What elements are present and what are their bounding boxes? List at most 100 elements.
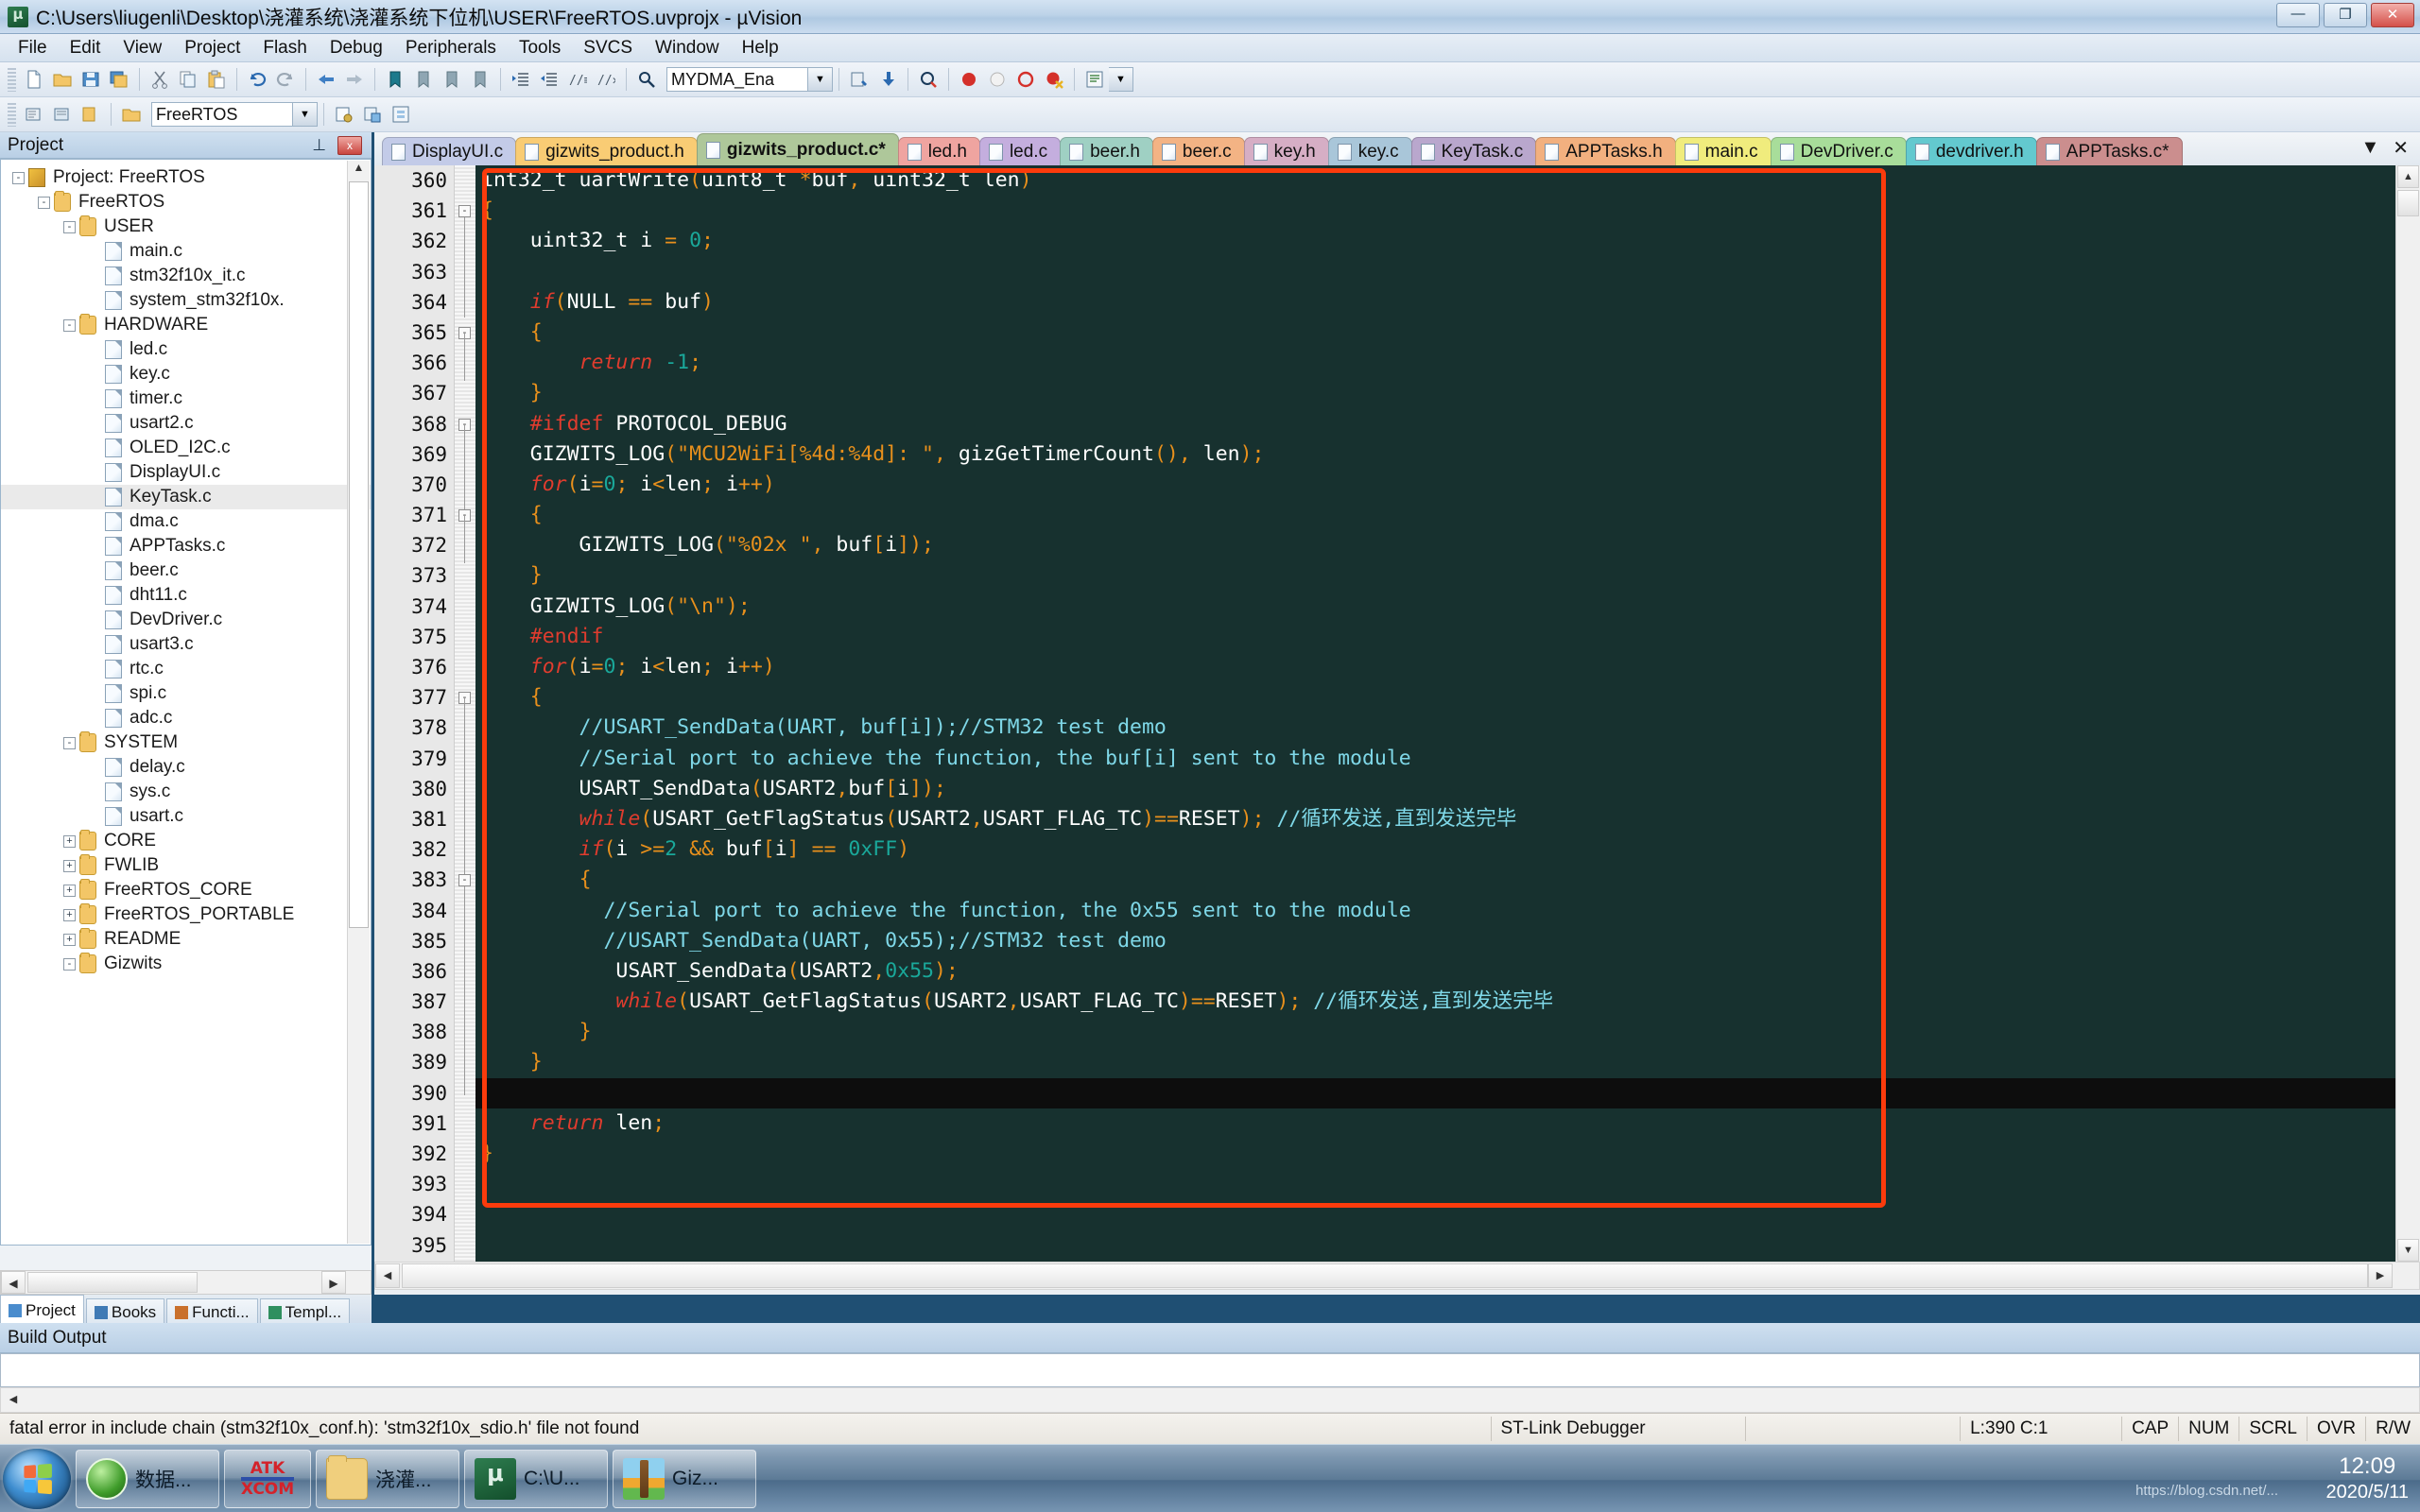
taskbar-item-xcom[interactable]: ATK XCOM [224, 1450, 311, 1508]
indent-icon[interactable] [508, 66, 534, 93]
scroll-down-icon[interactable]: ▼ [2397, 1239, 2419, 1262]
code-line[interactable]: { [475, 318, 2395, 348]
tree-item[interactable]: +README [1, 927, 371, 952]
editor-tab-led.h[interactable]: led.h [898, 137, 980, 165]
tree-item[interactable]: DisplayUI.c [1, 460, 371, 485]
taskbar-item-browser[interactable]: 数据... [76, 1450, 219, 1508]
code-line[interactable]: } [475, 560, 2395, 591]
menu-item-window[interactable]: Window [645, 35, 730, 61]
editor-tab-APPTasks.h[interactable]: APPTasks.h [1535, 137, 1675, 165]
find-combo-input[interactable]: MYDMA_Ena [666, 67, 808, 92]
pane-tab-books[interactable]: Books [86, 1298, 164, 1325]
code-line[interactable]: int32_t uartWrite(uint8_t *buf, uint32_t… [475, 165, 2395, 196]
save-all-icon[interactable] [106, 66, 132, 93]
tree-item[interactable]: -Project: FreeRTOS [1, 165, 371, 190]
tree-vertical-scrollbar[interactable]: ▲ [347, 161, 370, 1244]
scrollbar-thumb[interactable] [27, 1272, 198, 1293]
code-line[interactable] [475, 1199, 2395, 1229]
tree-expander[interactable]: - [63, 319, 76, 332]
scrollbar-thumb[interactable] [2397, 190, 2419, 216]
comment-icon[interactable]: //≡ [564, 66, 591, 93]
code-line[interactable]: //Serial port to achieve the function, t… [475, 896, 2395, 926]
copy-icon[interactable] [175, 66, 201, 93]
code-line[interactable]: } [475, 1017, 2395, 1047]
editor-tab-devdriver.h[interactable]: devdriver.h [1906, 137, 2037, 165]
editor-tab-KeyTask.c[interactable]: KeyTask.c [1411, 137, 1537, 165]
chevron-down-icon[interactable]: ▼ [808, 67, 833, 92]
breakpoint-clear-icon[interactable] [984, 66, 1011, 93]
tree-item[interactable]: system_stm32f10x. [1, 288, 371, 313]
tree-item[interactable]: led.c [1, 337, 371, 362]
save-icon[interactable] [78, 66, 104, 93]
editor-tab-beer.h[interactable]: beer.h [1060, 137, 1153, 165]
tree-item[interactable]: -Gizwits [1, 952, 371, 976]
menu-item-svcs[interactable]: SVCS [573, 35, 643, 61]
tree-item[interactable]: beer.c [1, 558, 371, 583]
scroll-left-icon[interactable]: ◀ [1, 1388, 26, 1412]
tree-item[interactable]: APPTasks.c [1, 534, 371, 558]
tree-expander[interactable]: - [63, 958, 76, 971]
editor-tab-led.c[interactable]: led.c [979, 137, 1061, 165]
code-line[interactable]: #endif [475, 622, 2395, 652]
tree-expander[interactable]: - [63, 737, 76, 749]
tree-expander[interactable]: + [63, 835, 76, 848]
project-tree[interactable]: -Project: FreeRTOS-FreeRTOS-USERmain.cst… [0, 159, 372, 1246]
code-folding-column[interactable]: - - - - - - [455, 165, 475, 1262]
menu-item-edit[interactable]: Edit [60, 35, 112, 61]
tree-item[interactable]: dht11.c [1, 583, 371, 608]
download-icon[interactable] [874, 66, 901, 93]
toolbar-grip[interactable] [8, 68, 16, 92]
system-clock[interactable]: 12:09 2020/5/11 [2326, 1452, 2410, 1504]
menu-item-file[interactable]: File [8, 35, 58, 61]
tree-expander[interactable]: + [63, 885, 76, 897]
editor-horizontal-scrollbar[interactable]: ◀ ▶ [374, 1262, 2420, 1290]
code-line[interactable]: //USART_SendData(UART, 0x55);//STM32 tes… [475, 926, 2395, 956]
code-line[interactable]: { [475, 196, 2395, 226]
tree-item[interactable]: DevDriver.c [1, 608, 371, 632]
menu-item-view[interactable]: View [112, 35, 172, 61]
editor-tab-main.c[interactable]: main.c [1675, 137, 1772, 165]
build-output-content[interactable] [0, 1353, 2420, 1387]
code-line[interactable] [475, 1230, 2395, 1261]
code-line[interactable] [475, 1078, 2395, 1108]
tree-item[interactable]: main.c [1, 239, 371, 264]
tree-expander[interactable]: - [38, 197, 50, 209]
code-line[interactable]: GIZWITS_LOG("%02x ", buf[i]); [475, 530, 2395, 560]
nav-back-icon[interactable] [313, 66, 339, 93]
scrollbar-thumb[interactable] [349, 181, 369, 928]
manage-windows-icon[interactable] [1081, 66, 1108, 93]
taskbar-item-uvision[interactable]: μ C:\U... [464, 1450, 608, 1508]
fold-toggle-icon[interactable]: - [458, 874, 471, 886]
build-icon[interactable] [846, 66, 873, 93]
taskbar-item-winrar[interactable]: Giz... [613, 1450, 756, 1508]
code-line[interactable]: for(i=0; i<len; i++) [475, 470, 2395, 500]
breakpoint-set-icon[interactable] [956, 66, 982, 93]
tab-list-dropdown-icon[interactable]: ▼ [2360, 137, 2379, 159]
editor-tab-beer.c[interactable]: beer.c [1152, 137, 1245, 165]
project-target-dropdown-icon[interactable] [118, 101, 145, 128]
tree-horizontal-scrollbar[interactable]: ◀ ▶ [0, 1270, 372, 1295]
tree-expander[interactable]: + [63, 860, 76, 872]
code-line[interactable]: { [475, 500, 2395, 530]
toolbar-grip[interactable] [8, 103, 16, 127]
maximize-button[interactable]: ❐ [2324, 3, 2367, 27]
manage-run-environment-icon[interactable] [359, 101, 386, 128]
code-line[interactable]: } [475, 378, 2395, 408]
tree-item[interactable]: sys.c [1, 780, 371, 804]
code-line[interactable]: { [475, 682, 2395, 713]
code-line[interactable]: //USART_SendData(UART, buf[i]);//STM32 t… [475, 713, 2395, 743]
tree-item[interactable]: usart.c [1, 804, 371, 829]
pane-tab-functi[interactable]: Functi... [166, 1298, 257, 1325]
scroll-right-icon[interactable]: ▶ [321, 1271, 346, 1294]
fold-toggle-icon[interactable]: - [458, 205, 471, 217]
code-editor[interactable]: 3603613623633643653663673683693703713723… [374, 165, 2420, 1262]
rebuild-icon[interactable] [49, 101, 76, 128]
chevron-down-icon[interactable]: ▼ [1109, 67, 1133, 92]
menu-item-peripherals[interactable]: Peripherals [395, 35, 507, 61]
tree-item[interactable]: usart2.c [1, 411, 371, 436]
editor-tab-gizwits_product.h[interactable]: gizwits_product.h [515, 137, 698, 165]
batch-build-icon[interactable] [78, 101, 104, 128]
code-line[interactable]: for(i=0; i<len; i++) [475, 652, 2395, 682]
build-output-scrollbar[interactable]: ◀ [0, 1387, 2420, 1413]
tree-item[interactable]: +FWLIB [1, 853, 371, 878]
